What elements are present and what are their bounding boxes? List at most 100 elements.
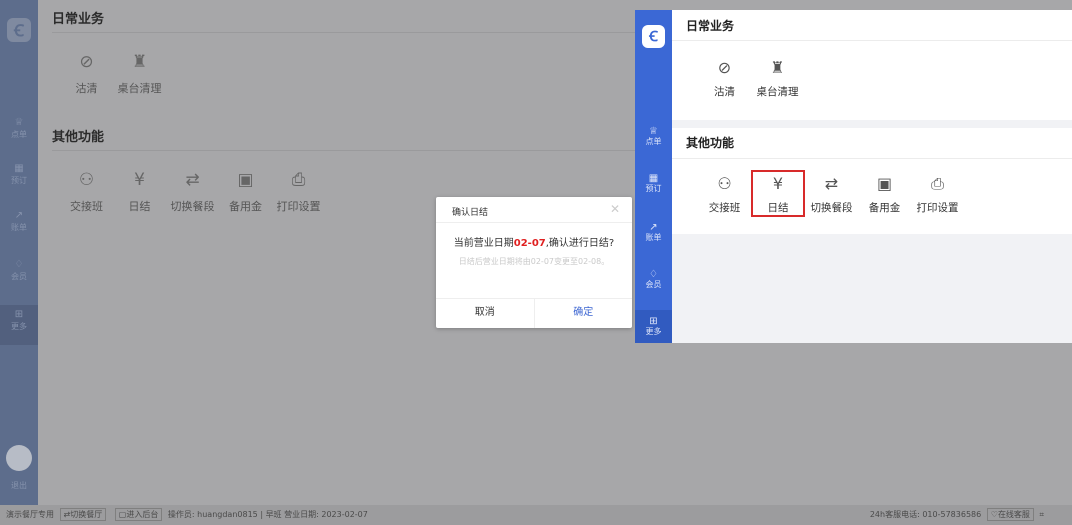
exit-button[interactable]: 退出 (0, 480, 38, 491)
daily-settlement-button[interactable]: ¥ 日结 (113, 168, 166, 214)
grid-icon: ⊞ (649, 316, 658, 327)
section-title-daily: 日常业务 (686, 19, 735, 33)
online-service-button[interactable]: ♡在线客服 (986, 508, 1034, 521)
item-label: 打印设置 (276, 200, 321, 213)
sidebar-item-bill[interactable]: ↗ 账单 (635, 222, 672, 243)
avatar[interactable] (6, 445, 32, 471)
question-prefix: 当前营业日期 (453, 238, 514, 249)
status-right: 24h客服电话: 010-57836586 ♡在线客服 ⌗ (870, 505, 1044, 525)
sidebar-item-member[interactable]: ♢ 会员 (635, 269, 672, 290)
diamond-icon: ♢ (14, 259, 24, 270)
confirm-button[interactable]: 确定 (535, 299, 633, 328)
sidebar-item-reserve[interactable]: ▦ 预订 (0, 163, 38, 186)
sold-out-button[interactable]: ⊘ 沽清 (698, 56, 751, 99)
enter-backend-label: 进入后台 (126, 510, 159, 519)
tag-icon: ⊘ (717, 58, 732, 77)
petty-cash-button[interactable]: ▣ 备用金 (858, 172, 911, 215)
item-label: 桌台清理 (756, 86, 799, 98)
daily-actions: ⊘ 沽清 ♜ 桌台清理 (60, 50, 166, 96)
yen-icon: ¥ (134, 170, 145, 190)
item-label: 交接班 (708, 202, 741, 214)
switch-meal-period-button[interactable]: ⇄ 切换餐段 (805, 172, 858, 215)
enter-backend-button[interactable]: ▢进入后台 (114, 508, 163, 521)
shift-handover-button[interactable]: ⚇ 交接班 (60, 168, 113, 214)
item-label: 切换餐段 (810, 202, 853, 214)
switch-meal-period-button[interactable]: ⇄ 切换餐段 (166, 168, 219, 214)
item-label: 切换餐段 (170, 200, 215, 213)
table-clear-button[interactable]: ♜ 桌台清理 (751, 56, 804, 99)
sidebar-item-label: 更多 (645, 327, 662, 336)
sidebar-item-more[interactable]: ⊞ 更多 (635, 310, 672, 343)
dialog-footer: 取消 确定 (436, 298, 632, 328)
petty-cash-button[interactable]: ▣ 备用金 (219, 168, 272, 214)
switch-icon: ⇄ (824, 174, 839, 193)
daily-actions: ⊘ 沽清 ♜ 桌台清理 (698, 56, 804, 99)
sidebar-item-reserve[interactable]: ▦ 预订 (635, 173, 672, 194)
switch-icon: ⇄ (185, 170, 200, 190)
shift-name: 早班 (265, 510, 282, 519)
dialog-header: 确认日结 ✕ (436, 197, 632, 223)
item-label: 交接班 (70, 200, 103, 213)
sidebar-item-label: 点单 (11, 130, 27, 139)
printer-icon: ⎙ (291, 170, 306, 190)
cash-box-icon: ▣ (876, 174, 893, 193)
crown-icon: ♕ (14, 117, 24, 128)
section-title-other: 其他功能 (52, 130, 105, 145)
sidebar-item-label: 账单 (11, 223, 27, 232)
sidebar-item-order[interactable]: ♕ 点单 (635, 126, 672, 147)
sold-out-button[interactable]: ⊘ 沽清 (60, 50, 113, 96)
broom-icon: ♜ (770, 58, 785, 77)
operator-label: 操作员: (167, 510, 195, 519)
sidebar-item-more[interactable]: ⊞ 更多 (0, 305, 38, 345)
question-date: 02-07 (513, 238, 546, 249)
sidebar-item-label: 预订 (645, 184, 662, 193)
app-logo-icon: Ꞓ (7, 18, 31, 42)
divider (672, 40, 1072, 41)
diamond-icon: ♢ (649, 269, 658, 280)
crown-icon: ♕ (649, 126, 658, 137)
dialog-body: 当前营业日期02-07,确认进行日结? 日结后营业日期将由02-07变更至02-… (436, 223, 632, 268)
shift-handover-button[interactable]: ⚇ 交接班 (698, 172, 751, 215)
switch-store-button[interactable]: ⇄切换餐厅 (59, 508, 107, 521)
hotline-number: 010-57836586 (922, 510, 982, 519)
item-label: 沽清 (75, 82, 98, 95)
cancel-button[interactable]: 取消 (436, 299, 535, 328)
item-label: 日结 (128, 200, 151, 213)
sidebar-item-member[interactable]: ♢ 会员 (0, 259, 38, 282)
sidebar-item-order[interactable]: ♕ 点单 (0, 117, 38, 140)
print-settings-button[interactable]: ⎙ 打印设置 (911, 172, 964, 215)
divider (672, 158, 1072, 159)
user-swap-icon: ⚇ (78, 170, 95, 190)
grid-icon: ⊞ (14, 309, 24, 320)
sidebar: Ꞓ ♕ 点单 ▦ 预订 ↗ 账单 ♢ 会员 ⊞ 更多 退出 (0, 0, 38, 505)
item-label: 桌台清理 (117, 82, 162, 95)
printer-icon: ⎙ (931, 174, 944, 193)
operator-name: huangdan0815 (197, 510, 258, 519)
close-icon[interactable]: ✕ (610, 202, 620, 216)
dialog-note: 日结后营业日期将由02-07变更至02-08。 (458, 257, 610, 266)
hotline-label: 24h客服电话: (869, 510, 920, 519)
tag-icon: ⊘ (79, 52, 94, 72)
yen-icon: ¥ (772, 174, 784, 193)
store-name: 演示餐厅专用 (6, 510, 54, 519)
inset-sidebar: Ꞓ ♕ 点单 ▦ 预订 ↗ 账单 ♢ 会员 ⊞ 更多 (635, 10, 672, 343)
chart-icon: ↗ (14, 210, 24, 221)
confirm-settlement-dialog: 确认日结 ✕ 当前营业日期02-07,确认进行日结? 日结后营业日期将由02-0… (436, 197, 632, 328)
status-bar: 演示餐厅专用 ⇄切换餐厅 ▢进入后台 操作员: huangdan0815 | 早… (0, 505, 1072, 525)
dialog-title: 确认日结 (452, 208, 489, 218)
item-label: 沽清 (714, 86, 735, 98)
switch-store-label: 切换餐厅 (70, 510, 103, 519)
sidebar-item-label: 预订 (11, 176, 27, 185)
daily-settlement-button[interactable]: ¥ 日结 (751, 170, 805, 217)
table-clear-button[interactable]: ♜ 桌台清理 (113, 50, 166, 96)
broom-icon: ♜ (131, 52, 148, 72)
item-label: 日结 (767, 202, 789, 214)
business-date: 2023-02-07 (321, 510, 368, 519)
daily-section: 日常业务 ⊘ 沽清 ♜ 桌台清理 (672, 10, 1072, 120)
sidebar-item-bill[interactable]: ↗ 账单 (0, 210, 38, 233)
other-actions: ⚇ 交接班 ¥ 日结 ⇄ 切换餐段 ▣ 备用金 ⎙ 打印设置 (698, 170, 964, 217)
item-label: 打印设置 (916, 202, 959, 214)
fullscreen-icon[interactable]: ⌗ (1039, 510, 1044, 519)
business-date-label: 营业日期: (284, 510, 319, 519)
print-settings-button[interactable]: ⎙ 打印设置 (272, 168, 325, 214)
